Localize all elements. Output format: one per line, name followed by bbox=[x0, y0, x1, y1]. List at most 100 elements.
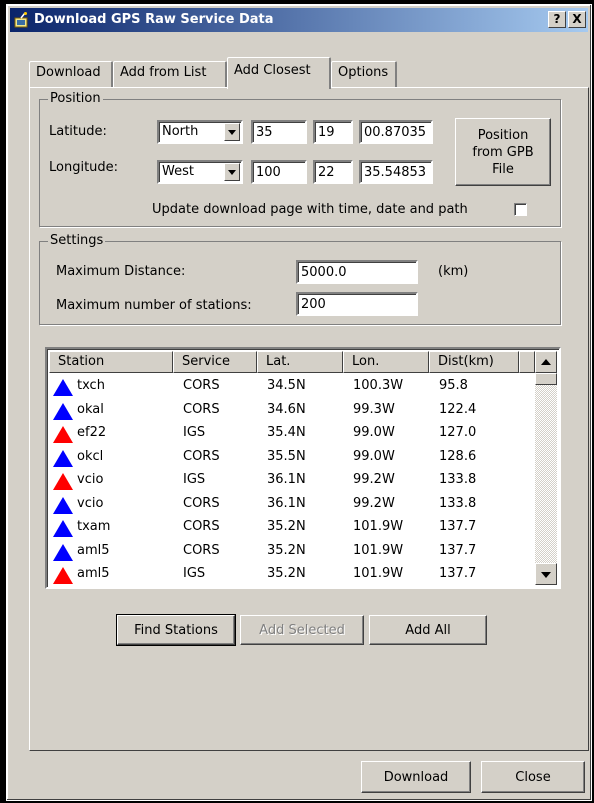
list-header: Station Service Lat. Lon. Dist(km) bbox=[49, 351, 535, 375]
list-item[interactable]: txam CORS 35.2N 101.9W 137.7 bbox=[49, 517, 535, 540]
station-marker-triangle-icon bbox=[53, 449, 73, 467]
update-download-label: Update download page with time, date and… bbox=[152, 202, 468, 217]
station-cell: ef22 bbox=[77, 425, 107, 440]
max-stations-label: Maximum number of stations: bbox=[56, 298, 252, 313]
close-window-button[interactable]: X bbox=[568, 11, 586, 28]
station-cell: okal bbox=[77, 401, 104, 417]
list-item[interactable]: okcl CORS 35.5N 99.0W 128.6 bbox=[49, 447, 535, 470]
stations-list[interactable]: Station Service Lat. Lon. Dist(km) txch C… bbox=[45, 347, 561, 589]
station-cell: vcio bbox=[77, 495, 104, 511]
max-distance-input[interactable] bbox=[296, 260, 418, 284]
service-cell: CORS bbox=[183, 378, 220, 393]
download-button[interactable]: Download bbox=[361, 761, 471, 793]
dist-cell: 137.7 bbox=[439, 519, 477, 534]
lon-cell: 101.9W bbox=[353, 566, 404, 581]
tab-options[interactable]: Options bbox=[331, 61, 397, 87]
column-dist[interactable]: Dist(km) bbox=[429, 351, 519, 373]
tab-add-closest[interactable]: Add Closest bbox=[227, 57, 331, 89]
lat-cell: 34.5N bbox=[267, 378, 306, 393]
station-cell: vcio bbox=[77, 472, 104, 487]
add-selected-button[interactable]: Add Selected bbox=[240, 615, 364, 645]
service-cell: IGS bbox=[183, 566, 206, 581]
longitude-seconds-input[interactable] bbox=[359, 160, 433, 184]
scroll-up-arrow-icon[interactable] bbox=[535, 351, 557, 373]
station-cell: txch bbox=[77, 378, 105, 393]
station-cell: aml5 bbox=[77, 566, 110, 581]
tab-add-from-list[interactable]: Add from List bbox=[113, 61, 227, 87]
position-from-file-button[interactable]: Position from GPB File bbox=[455, 118, 551, 186]
title-bar[interactable]: Download GPS Raw Service Data ? X bbox=[10, 8, 588, 32]
lon-cell: 101.9W bbox=[353, 542, 404, 558]
scroll-thumb[interactable] bbox=[535, 373, 557, 385]
service-cell: IGS bbox=[183, 425, 206, 440]
position-legend: Position bbox=[48, 91, 103, 107]
station-marker-triangle-icon bbox=[53, 402, 73, 420]
service-cell: CORS bbox=[183, 542, 220, 558]
add-all-button[interactable]: Add All bbox=[369, 615, 487, 645]
dist-cell: 95.8 bbox=[439, 378, 468, 393]
dist-cell: 122.4 bbox=[439, 401, 477, 417]
scroll-down-arrow-icon[interactable] bbox=[535, 563, 557, 585]
longitude-minutes-input[interactable] bbox=[313, 160, 353, 184]
list-item[interactable]: okal CORS 34.6N 99.3W 122.4 bbox=[49, 400, 535, 423]
dist-cell: 133.8 bbox=[439, 472, 477, 487]
chevron-down-icon[interactable] bbox=[224, 123, 240, 141]
latitude-hemisphere-value: North bbox=[162, 124, 199, 139]
find-stations-button[interactable]: Find Stations bbox=[116, 614, 236, 646]
lon-cell: 99.0W bbox=[353, 425, 395, 440]
settings-legend: Settings bbox=[48, 233, 106, 249]
lon-cell: 99.2W bbox=[353, 495, 395, 511]
column-lat[interactable]: Lat. bbox=[257, 351, 343, 373]
station-cell: okcl bbox=[77, 448, 104, 464]
distance-unit-label: (km) bbox=[438, 264, 469, 279]
lat-cell: 35.2N bbox=[267, 542, 306, 558]
list-item[interactable]: vcio IGS 36.1N 99.2W 133.8 bbox=[49, 470, 535, 493]
longitude-label: Longitude: bbox=[49, 160, 119, 175]
chevron-down-icon[interactable] bbox=[224, 163, 240, 181]
station-marker-triangle-icon bbox=[53, 379, 73, 396]
max-distance-label: Maximum Distance: bbox=[56, 264, 186, 279]
station-marker-triangle-icon bbox=[53, 543, 73, 561]
longitude-hemisphere-select[interactable]: West bbox=[157, 160, 243, 184]
column-station[interactable]: Station bbox=[49, 351, 173, 373]
dist-cell: 133.8 bbox=[439, 495, 477, 511]
list-item[interactable]: vcio CORS 36.1N 99.2W 133.8 bbox=[49, 494, 535, 517]
tab-download[interactable]: Download bbox=[29, 61, 113, 87]
latitude-seconds-input[interactable] bbox=[359, 120, 433, 144]
help-button[interactable]: ? bbox=[548, 11, 566, 28]
update-download-checkbox[interactable] bbox=[514, 203, 527, 216]
window-title: Download GPS Raw Service Data bbox=[34, 12, 274, 27]
lon-cell: 99.2W bbox=[353, 472, 395, 487]
station-cell: aml5 bbox=[77, 542, 110, 558]
position-group: Position Latitude: North Longitude: West… bbox=[39, 91, 561, 227]
lat-cell: 35.2N bbox=[267, 519, 306, 534]
station-marker-triangle-icon bbox=[53, 473, 73, 490]
latitude-hemisphere-select[interactable]: North bbox=[157, 120, 243, 144]
lat-cell: 35.2N bbox=[267, 566, 306, 581]
column-filler bbox=[519, 351, 535, 373]
list-item[interactable]: aml5 IGS 35.2N 101.9W 137.7 bbox=[49, 564, 535, 587]
vertical-scrollbar[interactable] bbox=[535, 351, 557, 585]
lat-cell: 35.4N bbox=[267, 425, 306, 440]
column-lon[interactable]: Lon. bbox=[343, 351, 429, 373]
station-cell: txam bbox=[77, 519, 111, 534]
list-item[interactable]: ef22 IGS 35.4N 99.0W 127.0 bbox=[49, 423, 535, 446]
lon-cell: 100.3W bbox=[353, 378, 404, 393]
lat-cell: 35.5N bbox=[267, 448, 306, 464]
latitude-minutes-input[interactable] bbox=[313, 120, 353, 144]
list-item[interactable]: aml5 CORS 35.2N 101.9W 137.7 bbox=[49, 541, 535, 564]
column-service[interactable]: Service bbox=[173, 351, 257, 373]
service-cell: CORS bbox=[183, 519, 220, 534]
service-cell: CORS bbox=[183, 448, 220, 464]
service-cell: IGS bbox=[183, 472, 206, 487]
max-stations-input[interactable] bbox=[296, 292, 418, 316]
lat-cell: 36.1N bbox=[267, 472, 306, 487]
lat-cell: 34.6N bbox=[267, 401, 306, 417]
settings-group: Settings Maximum Distance: (km) Maximum … bbox=[39, 233, 561, 325]
list-item[interactable]: txch CORS 34.5N 100.3W 95.8 bbox=[49, 376, 535, 399]
latitude-degrees-input[interactable] bbox=[251, 120, 307, 144]
latitude-label: Latitude: bbox=[49, 124, 107, 139]
dist-cell: 137.7 bbox=[439, 542, 477, 558]
longitude-degrees-input[interactable] bbox=[251, 160, 307, 184]
close-button[interactable]: Close bbox=[481, 761, 585, 793]
